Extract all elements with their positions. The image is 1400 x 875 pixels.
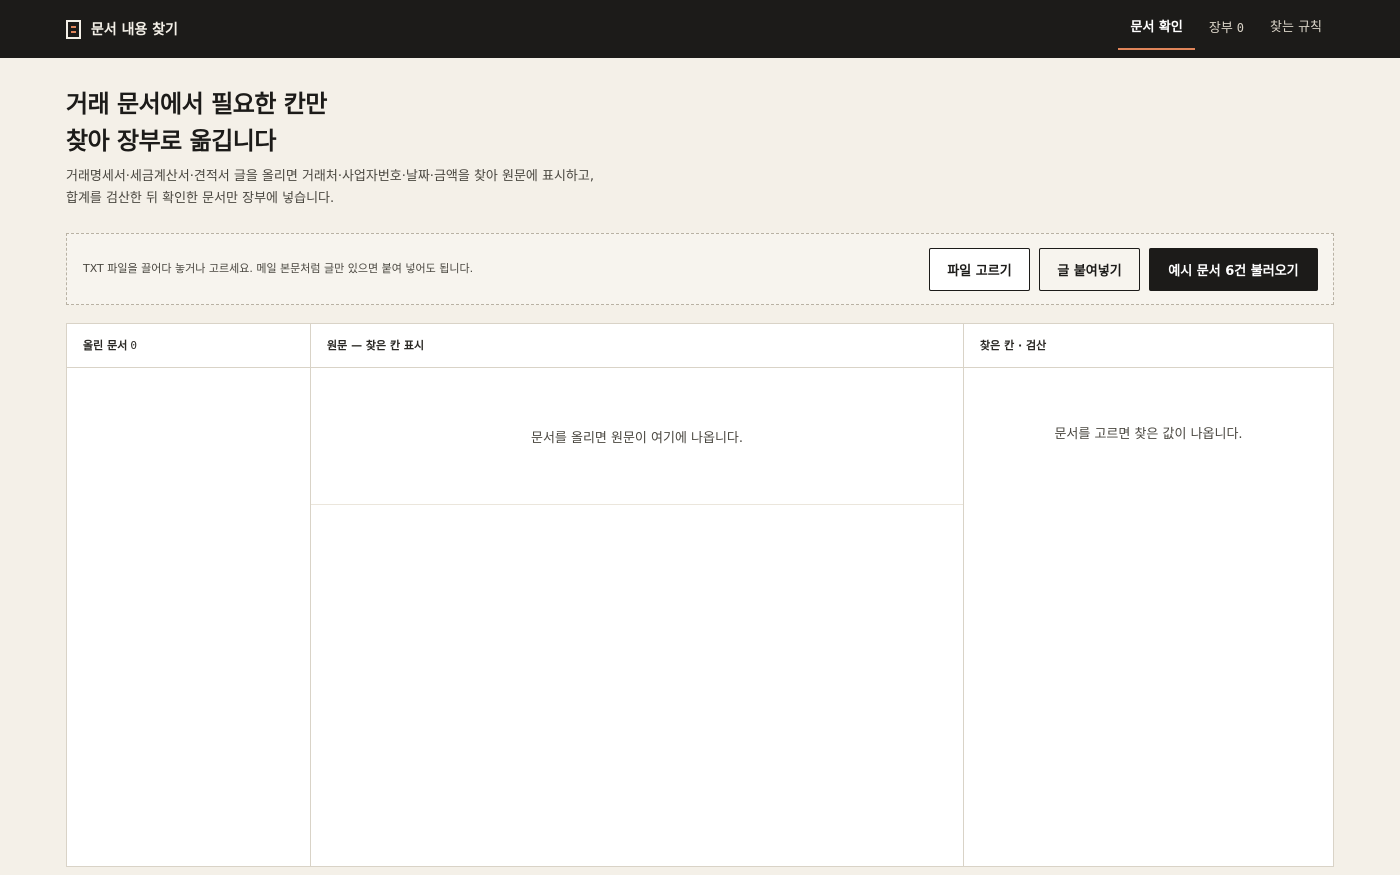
load-sample-button[interactable]: 예시 문서 6건 불러오기 xyxy=(1149,248,1318,291)
panel-header: 찾은 칸 · 검산 xyxy=(964,324,1333,368)
headline-line-1: 거래 문서에서 필요한 칸만 xyxy=(66,90,327,118)
nav-label: 장부 xyxy=(1208,21,1233,36)
source-empty-state: 문서를 올리면 원문이 여기에 나옵니다. xyxy=(311,368,963,505)
document-icon xyxy=(66,19,81,39)
docs-count: 0 xyxy=(130,339,137,352)
found-fields-panel: 찾은 칸 · 검산 문서를 고르면 찾은 값이 나옵니다. xyxy=(964,324,1333,866)
panel-title: 찾은 칸 · 검산 xyxy=(980,339,1047,352)
paste-text-button[interactable]: 글 붙여넣기 xyxy=(1039,248,1140,291)
brand[interactable]: 문서 내용 찾기 xyxy=(66,19,178,39)
file-drop-zone[interactable]: TXT 파일을 끌어다 놓거나 고르세요. 메일 본문처럼 글만 있으면 붙여 … xyxy=(66,233,1334,305)
workspace-panels: 올린 문서 0 원문 — 찾은 칸 표시 문서를 올리면 원문이 여기에 나옵니다… xyxy=(66,323,1334,867)
page-headline: 거래 문서에서 필요한 칸만 찾아 장부로 옮깁니다 xyxy=(66,86,766,160)
nav-ledger[interactable]: 장부 0 xyxy=(1197,0,1256,58)
panel-title: 원문 — 찾은 칸 표시 xyxy=(327,339,425,352)
nav-label: 찾는 규칙 xyxy=(1270,20,1322,35)
description-line-1: 거래명세서·세금계산서·견적서 글을 올리면 거래처·사업자번호·날짜·금액을 … xyxy=(66,169,594,184)
description-line-2: 합계를 검산한 뒤 확인한 문서만 장부에 넣습니다. xyxy=(66,191,335,206)
source-panel: 원문 — 찾은 칸 표시 문서를 올리면 원문이 여기에 나옵니다. xyxy=(311,324,964,866)
empty-message: 문서를 고르면 찾은 값이 나옵니다. xyxy=(1054,427,1243,442)
drop-hint: TXT 파일을 끌어다 놓거나 고르세요. 메일 본문처럼 글만 있으면 붙여 … xyxy=(83,262,474,275)
panel-header: 원문 — 찾은 칸 표시 xyxy=(311,324,963,368)
uploaded-docs-panel: 올린 문서 0 xyxy=(67,324,311,866)
main-nav: 문서 확인 장부 0 찾는 규칙 xyxy=(1116,0,1334,58)
top-bar: 문서 내용 찾기 문서 확인 장부 0 찾는 규칙 xyxy=(0,0,1400,58)
headline-line-2: 찾아 장부로 옮깁니다 xyxy=(66,127,276,155)
choose-file-button[interactable]: 파일 고르기 xyxy=(929,248,1030,291)
nav-label: 문서 확인 xyxy=(1130,20,1183,35)
app-title: 문서 내용 찾기 xyxy=(91,22,179,38)
nav-document-check[interactable]: 문서 확인 xyxy=(1118,0,1195,50)
panel-title: 올린 문서 xyxy=(83,339,128,352)
ledger-count: 0 xyxy=(1236,21,1245,35)
empty-message: 문서를 올리면 원문이 여기에 나옵니다. xyxy=(530,430,744,446)
nav-search-rules[interactable]: 찾는 규칙 xyxy=(1258,0,1334,58)
panel-header: 올린 문서 0 xyxy=(67,324,310,368)
page-description: 거래명세서·세금계산서·견적서 글을 올리면 거래처·사업자번호·날짜·금액을 … xyxy=(66,166,766,210)
fields-empty-state: 문서를 고르면 찾은 값이 나옵니다. xyxy=(964,368,1333,442)
